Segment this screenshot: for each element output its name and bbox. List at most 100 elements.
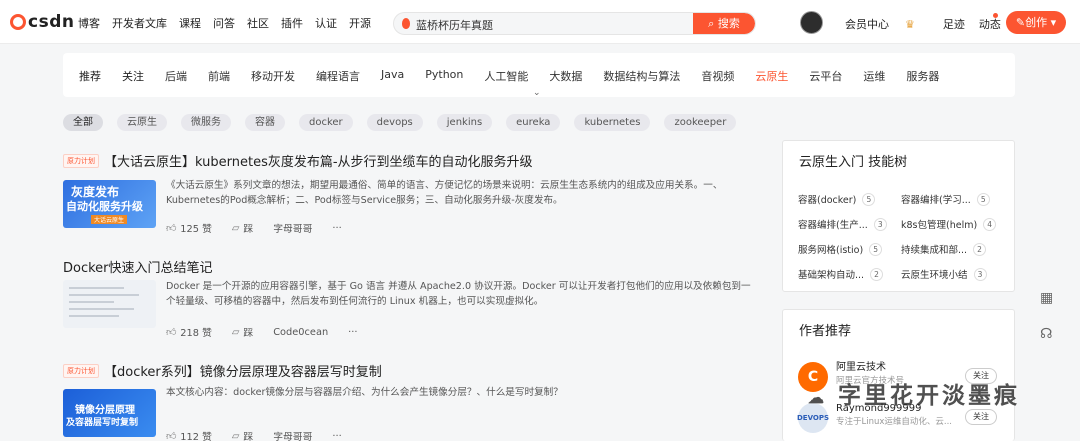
dislike-button[interactable]: ▱ 踩 bbox=[231, 221, 253, 236]
cat-backend[interactable]: 后端 bbox=[165, 68, 187, 84]
article-thumbnail[interactable]: 镜像分层原理 及容器层写时复制 bbox=[63, 389, 156, 437]
cat-follow[interactable]: 关注 bbox=[122, 68, 144, 84]
article-thumbnail[interactable] bbox=[63, 280, 156, 328]
like-button[interactable]: 👍︎ 125 赞 bbox=[166, 221, 212, 235]
cat-cloudnative[interactable]: 云原生 bbox=[755, 68, 788, 84]
search-input[interactable]: 蓝桥杯历年真题 bbox=[416, 17, 493, 33]
skill-item[interactable]: 持续集成和部... 2 bbox=[901, 242, 987, 256]
tag-docker[interactable]: docker bbox=[299, 114, 353, 131]
skill-item[interactable]: 容器编排(学习... 5 bbox=[901, 192, 990, 206]
crown-icon: ♛ bbox=[905, 18, 915, 31]
desc-line-2: 个轻量级、可移植的容器中，然后发布到任何流行的 Linux 机器上，也可以实现虚… bbox=[166, 296, 544, 307]
cat-algo[interactable]: 数据结构与算法 bbox=[603, 68, 680, 84]
article-title-text[interactable]: Docker快速入门总结笔记 bbox=[63, 257, 213, 276]
search-box[interactable]: 蓝桥杯历年真题 ⌕ 搜索 bbox=[393, 12, 756, 35]
article-title[interactable]: 原力计划 【docker系列】镜像分层原理及容器层写时复制 bbox=[63, 361, 382, 380]
nav-community[interactable]: 社区 bbox=[247, 15, 269, 31]
skill-item[interactable]: 容器(docker) 5 bbox=[798, 192, 876, 206]
create-button[interactable]: ✎创作 ▾ bbox=[1006, 11, 1066, 34]
cat-bigdata[interactable]: 大数据 bbox=[549, 68, 582, 84]
nav-opensource[interactable]: 开源 bbox=[349, 15, 371, 31]
nav-qa[interactable]: 问答 bbox=[213, 15, 235, 31]
article-title-text[interactable]: 【大话云原生】kubernetes灰度发布篇-从步行到坐缆车的自动化服务升级 bbox=[104, 151, 533, 170]
search-button[interactable]: ⌕ 搜索 bbox=[693, 13, 755, 34]
skill-item[interactable]: 基础架构自动... 2 bbox=[798, 267, 884, 281]
skill-name: 基础架构自动... bbox=[798, 270, 865, 281]
tag-cloudnative[interactable]: 云原生 bbox=[117, 114, 167, 131]
author-name[interactable]: 阿里云技术 bbox=[836, 362, 904, 374]
cat-recommend[interactable]: 推荐 bbox=[79, 68, 101, 84]
top-bar: csdn 博客 开发者文库 课程 问答 社区 插件 认证 开源 蓝桥杯历年真题 … bbox=[0, 0, 1080, 44]
author-name[interactable]: 字母哥哥 bbox=[273, 429, 312, 441]
cat-ai[interactable]: 人工智能 bbox=[484, 68, 528, 84]
tag-jenkins[interactable]: jenkins bbox=[436, 114, 493, 131]
activity[interactable]: 动态 bbox=[979, 16, 1001, 32]
like-button[interactable]: 👍︎ 218 赞 bbox=[166, 325, 212, 339]
nav-course[interactable]: 课程 bbox=[179, 15, 201, 31]
cat-cloud[interactable]: 云平台 bbox=[809, 68, 842, 84]
dislike-button[interactable]: ▱ 踩 bbox=[231, 325, 253, 340]
cat-lang[interactable]: 编程语言 bbox=[316, 68, 360, 84]
csdn-logo[interactable]: csdn bbox=[10, 12, 74, 32]
nav-blog[interactable]: 博客 bbox=[78, 15, 100, 31]
thumb-down-icon: ▱ bbox=[231, 222, 240, 234]
more-icon[interactable]: ··· bbox=[332, 431, 341, 441]
follow-button[interactable]: 关注 bbox=[965, 409, 997, 425]
skill-count: 2 bbox=[973, 242, 987, 256]
thumb-down-icon: ▱ bbox=[231, 326, 240, 338]
like-button[interactable]: 👍︎ 112 赞 bbox=[166, 429, 212, 441]
notification-dot bbox=[993, 13, 998, 18]
headset-icon[interactable]: ☊ bbox=[1040, 326, 1060, 346]
article-item[interactable]: Docker快速入门总结笔记 Docker 是一个开源的应用容器引擎，基于 Go… bbox=[63, 257, 768, 347]
dislike-button[interactable]: ▱ 踩 bbox=[232, 429, 253, 441]
member-center[interactable]: 会员中心 ♛ bbox=[845, 16, 929, 32]
more-icon[interactable]: ··· bbox=[348, 327, 357, 338]
nav-plugin[interactable]: 插件 bbox=[281, 15, 303, 31]
article-meta: 👍︎ 112 赞 ▱ 踩 字母哥哥 ··· bbox=[166, 429, 362, 441]
author-name[interactable]: 字母哥哥 bbox=[273, 221, 312, 235]
skill-item[interactable]: k8s包管理(helm) 4 bbox=[901, 217, 997, 231]
nav-cert[interactable]: 认证 bbox=[315, 15, 337, 31]
thumb-up-icon: 👍︎ bbox=[166, 431, 177, 441]
article-title[interactable]: 原力计划 【大话云原生】kubernetes灰度发布篇-从步行到坐缆车的自动化服… bbox=[63, 151, 533, 170]
expand-chevron-icon[interactable]: ⌄ bbox=[533, 88, 541, 98]
skill-tree-title[interactable]: 云原生入门 技能树 bbox=[799, 151, 907, 170]
tag-devops[interactable]: devops bbox=[366, 114, 423, 131]
user-avatar[interactable] bbox=[800, 11, 823, 34]
more-icon[interactable]: ··· bbox=[332, 223, 341, 234]
skill-item[interactable]: 容器编排(生产... 3 bbox=[798, 217, 887, 231]
skill-name: 服务网格(istio) bbox=[798, 245, 864, 256]
article-item[interactable]: 原力计划 【docker系列】镜像分层原理及容器层写时复制 镜像分层原理 及容器… bbox=[63, 361, 768, 441]
article-desc: 《大话云原生》系列文章的想法，期望用最通俗、简单的语言、方便记忆的场景来说明：云… bbox=[166, 178, 766, 208]
cat-java[interactable]: Java bbox=[381, 68, 404, 84]
caret-down-icon: ▾ bbox=[1050, 16, 1057, 29]
skill-item[interactable]: 云原生环境小结 3 bbox=[901, 267, 987, 281]
tag-microservice[interactable]: 微服务 bbox=[181, 114, 231, 131]
member-center-label: 会员中心 bbox=[845, 18, 889, 31]
cat-frontend[interactable]: 前端 bbox=[208, 68, 230, 84]
article-title-text[interactable]: 【docker系列】镜像分层原理及容器层写时复制 bbox=[104, 361, 382, 380]
cat-mobile[interactable]: 移动开发 bbox=[251, 68, 295, 84]
cat-ops[interactable]: 运维 bbox=[863, 68, 885, 84]
article-thumbnail[interactable]: 灰度发布 自动化服务升级 大话云原生 bbox=[63, 180, 156, 228]
footprint[interactable]: 足迹 bbox=[943, 16, 965, 32]
skill-name: 持续集成和部... bbox=[901, 245, 968, 256]
article-item[interactable]: 原力计划 【大话云原生】kubernetes灰度发布篇-从步行到坐缆车的自动化服… bbox=[63, 151, 768, 241]
skill-name: 容器编排(学习... bbox=[901, 195, 971, 206]
skill-count: 2 bbox=[870, 267, 884, 281]
nav-docs[interactable]: 开发者文库 bbox=[112, 15, 167, 31]
author-name[interactable]: Code0cean bbox=[273, 327, 328, 338]
tag-zookeeper[interactable]: zookeeper bbox=[664, 114, 737, 131]
skill-item[interactable]: 服务网格(istio) 5 bbox=[798, 242, 883, 256]
tag-kubernetes[interactable]: kubernetes bbox=[574, 114, 651, 131]
article-desc: 本文核心内容：docker镜像分层与容器层介绍、为什么会产生镜像分层？、什么是写… bbox=[166, 385, 766, 400]
tag-all[interactable]: 全部 bbox=[63, 114, 103, 131]
cat-python[interactable]: Python bbox=[425, 68, 463, 84]
search-icon: ⌕ bbox=[708, 17, 715, 30]
article-title[interactable]: Docker快速入门总结笔记 bbox=[63, 257, 213, 276]
cat-server[interactable]: 服务器 bbox=[906, 68, 939, 84]
qrcode-icon[interactable]: ▦ bbox=[1040, 290, 1060, 310]
tag-container[interactable]: 容器 bbox=[245, 114, 285, 131]
tag-eureka[interactable]: eureka bbox=[506, 114, 561, 131]
cat-av[interactable]: 音视频 bbox=[701, 68, 734, 84]
